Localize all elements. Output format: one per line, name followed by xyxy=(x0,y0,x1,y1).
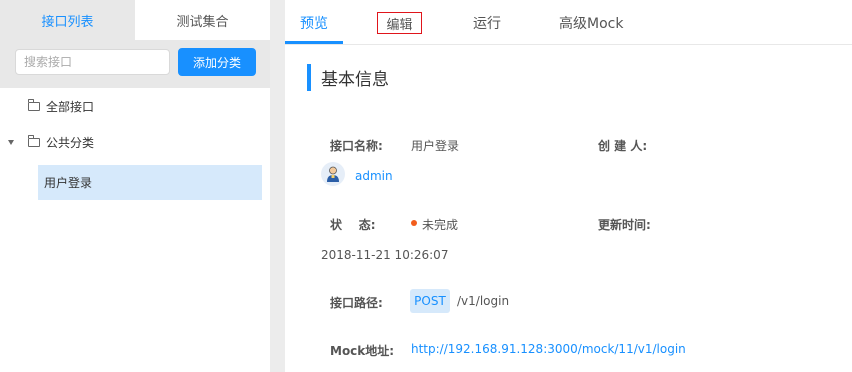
tab-advanced-mock[interactable]: 高级Mock xyxy=(559,12,623,34)
main-panel: 预览 编辑 运行 高级Mock 基本信息 接口名称: 用户登录 创 建 人: a… xyxy=(285,0,852,372)
update-time-label: 更新时间: xyxy=(598,218,651,232)
add-category-button[interactable]: 添加分类 xyxy=(178,48,256,76)
tab-test-collection-label: 测试集合 xyxy=(176,14,229,30)
mock-url-link[interactable]: http://192.168.91.128:3000/mock/11/v1/lo… xyxy=(411,342,686,356)
status-label: 状 态: xyxy=(330,218,376,232)
tree-item-category[interactable]: 公共分类 xyxy=(0,127,270,157)
tab-edit[interactable]: 编辑 xyxy=(377,12,422,34)
tree-item-selected-label: 用户登录 xyxy=(44,176,93,190)
panel-divider xyxy=(270,0,285,372)
tab-ink-bar xyxy=(285,41,343,44)
method-badge-text: POST xyxy=(414,294,446,308)
tab-edit-label: 编辑 xyxy=(386,17,413,33)
update-time-value: 2018-11-21 10:26:07 xyxy=(321,248,449,262)
creator-label: 创 建 人: xyxy=(598,139,648,153)
name-value: 用户登录 xyxy=(411,139,460,153)
avatar-figure-icon xyxy=(327,166,339,182)
tab-advanced-mock-label: 高级Mock xyxy=(559,16,624,32)
tab-preview[interactable]: 预览 xyxy=(300,12,328,34)
folder-icon xyxy=(28,134,40,147)
add-category-label: 添加分类 xyxy=(192,55,241,70)
sidebar: 接口列表 测试集合 添加分类 全部接口 公共分类 用户登录 xyxy=(0,0,270,372)
status-dot-icon xyxy=(411,220,417,226)
mock-label: Mock地址: xyxy=(330,344,395,358)
tree-item-all-label: 全部接口 xyxy=(46,99,95,114)
tab-preview-label: 预览 xyxy=(300,16,328,32)
main-tabs: 预览 编辑 运行 高级Mock xyxy=(285,0,852,45)
tab-interface-list-label: 接口列表 xyxy=(41,14,94,30)
tab-run[interactable]: 运行 xyxy=(473,12,501,34)
path-label: 接口路径: xyxy=(330,296,383,310)
creator-link[interactable]: admin xyxy=(355,169,393,183)
tree-item-all[interactable]: 全部接口 xyxy=(28,91,94,121)
tab-run-label: 运行 xyxy=(473,16,501,32)
status-value: 未完成 xyxy=(422,218,459,232)
tree-item-selected[interactable]: 用户登录 xyxy=(38,165,262,200)
tab-test-collection[interactable]: 测试集合 xyxy=(135,0,270,40)
folder-icon xyxy=(28,98,40,111)
path-value: /v1/login xyxy=(457,294,510,308)
avatar-icon xyxy=(321,162,345,186)
tree-item-category-label: 公共分类 xyxy=(46,135,95,150)
method-badge: POST xyxy=(410,289,450,313)
section-title-text: 基本信息 xyxy=(321,70,389,90)
section-title: 基本信息 xyxy=(307,64,389,91)
caret-down-icon[interactable] xyxy=(8,140,14,145)
tab-interface-list[interactable]: 接口列表 xyxy=(0,0,135,40)
sidebar-tabs: 接口列表 测试集合 xyxy=(0,0,270,40)
name-label: 接口名称: xyxy=(330,139,383,153)
search-input[interactable] xyxy=(15,49,170,75)
